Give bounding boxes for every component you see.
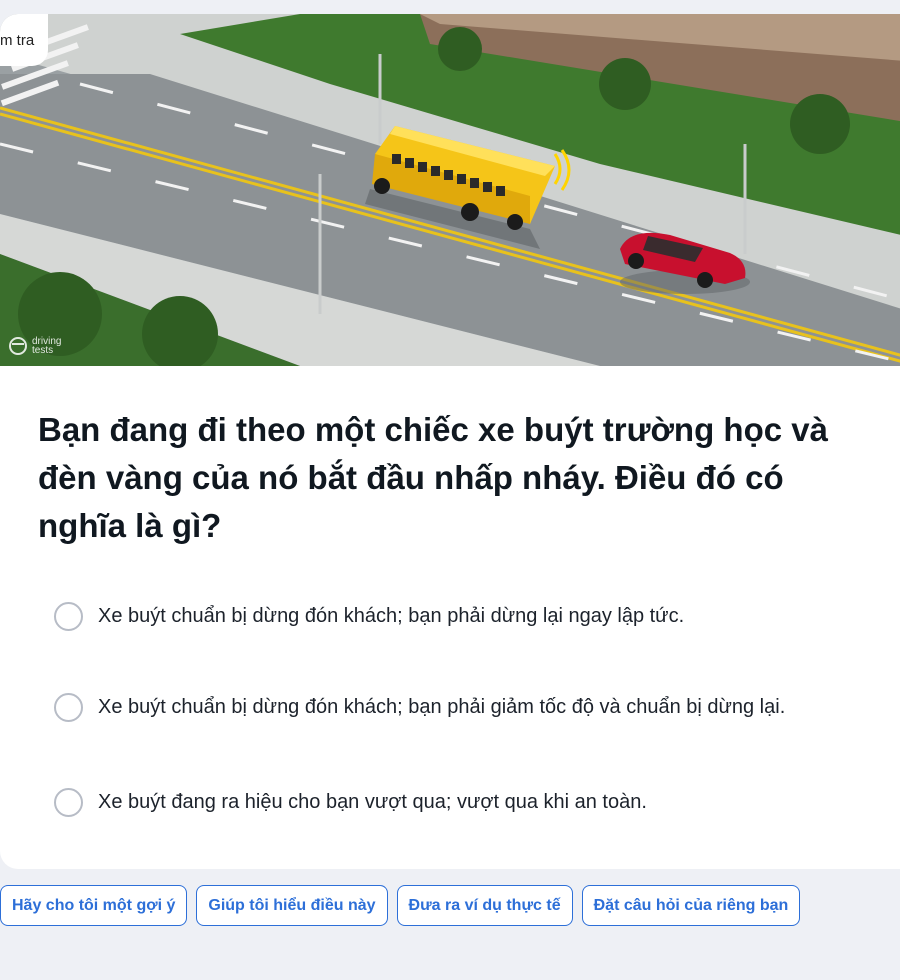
radio-button[interactable] xyxy=(54,601,83,631)
answer-text: Xe buýt đang ra hiệu cho bạn vượt qua; v… xyxy=(98,791,647,813)
radio-button[interactable] xyxy=(54,787,83,817)
street-scene-illustration xyxy=(0,14,900,366)
answer-text: Xe buýt chuẩn bị dừng đón khách; bạn phả… xyxy=(98,696,786,718)
driving-tests-logo: driving tests xyxy=(8,336,68,356)
partial-tab-label[interactable]: m tra xyxy=(0,14,49,66)
driving-tests-logo-icon xyxy=(9,337,27,355)
watermark-line2: tests xyxy=(32,345,54,356)
answer-option-2[interactable]: Xe buýt chuẩn bị dừng đón khách; bạn phả… xyxy=(54,672,844,742)
question-image: m tra driving tests xyxy=(0,14,900,366)
radio-button[interactable] xyxy=(54,692,83,722)
ask-own-question-chip[interactable]: Đặt câu hỏi của riêng bạn xyxy=(581,885,801,926)
answer-option-1[interactable]: Xe buýt chuẩn bị dừng đón khách; bạn phả… xyxy=(54,598,844,634)
answer-option-3[interactable]: Xe buýt đang ra hiệu cho bạn vượt qua; v… xyxy=(54,784,844,820)
explain-chip[interactable]: Giúp tôi hiểu điều này xyxy=(196,885,388,926)
suggestion-chips: Hãy cho tôi một gợi ý Giúp tôi hiểu điều… xyxy=(0,885,801,926)
question-text: Bạn đang đi theo một chiếc xe buýt trườn… xyxy=(38,411,828,544)
hint-chip[interactable]: Hãy cho tôi một gợi ý xyxy=(0,885,188,926)
answer-options: Xe buýt chuẩn bị dừng đón khách; bạn phả… xyxy=(54,598,844,820)
answer-text: Xe buýt chuẩn bị dừng đón khách; bạn phả… xyxy=(98,605,685,627)
real-example-chip[interactable]: Đưa ra ví dụ thực tế xyxy=(396,885,573,926)
